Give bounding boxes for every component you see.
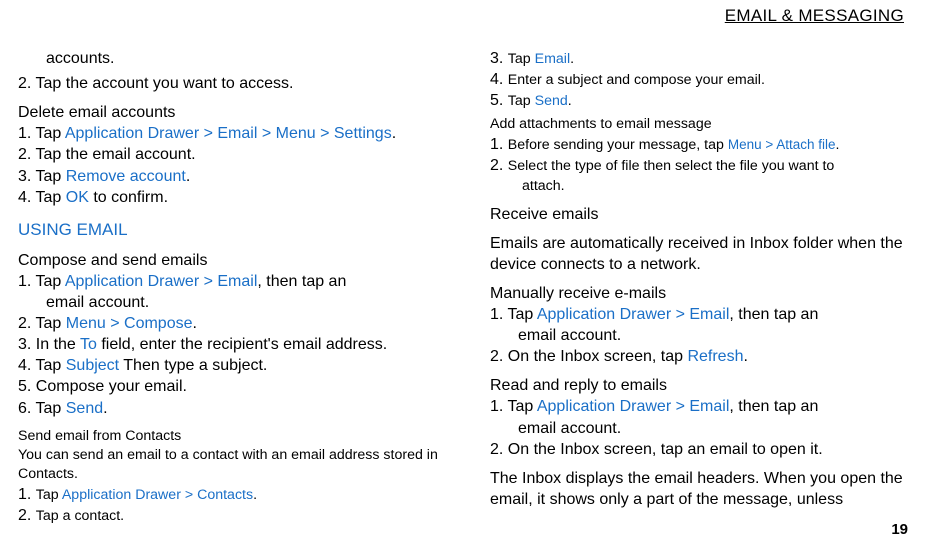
list-item: 1. Tap Application Drawer > Email, then … [490, 396, 908, 417]
list-item: 3. In the To field, enter the recipient'… [18, 334, 462, 355]
ui-action: OK [66, 189, 89, 206]
list-item: 1. Tap Application Drawer > Email, then … [490, 304, 908, 325]
text: , then tap an [729, 398, 818, 415]
list-item-cont: email account. [18, 292, 462, 313]
text: . [253, 487, 257, 503]
text: . [570, 51, 574, 67]
text: 3. In the [18, 336, 80, 353]
list-item: 2. Tap Menu > Compose. [18, 313, 462, 334]
subheading-read-reply: Read and reply to emails [490, 375, 908, 396]
num: 1. [490, 136, 508, 153]
ui-action: Email [535, 51, 570, 67]
text: Then type a subject. [119, 357, 267, 374]
ui-path: Application Drawer > Email > Menu > Sett… [65, 125, 392, 142]
subheading-compose: Compose and send emails [18, 250, 462, 271]
text: 4. Tap [18, 357, 66, 374]
page-number: 19 [891, 521, 908, 538]
paragraph: Emails are automatically received in Inb… [490, 233, 908, 275]
section-heading-using-email: USING EMAIL [18, 220, 462, 240]
text: 2. Tap [18, 315, 66, 332]
list-item: 6. Tap Send. [18, 398, 462, 419]
text: , then tap an [257, 273, 346, 290]
num: 2. [18, 507, 36, 524]
subheading-send-contacts: Send email from Contacts [18, 427, 462, 446]
text: . [836, 137, 840, 153]
list-item: 3. Tap Remove account. [18, 166, 462, 187]
ui-path: Menu > Attach file [728, 137, 836, 152]
list-item: 2. On the Inbox screen, tap Refresh. [490, 346, 908, 367]
text: 2. On the Inbox screen, tap [490, 348, 687, 365]
paragraph: You can send an email to a contact with … [18, 446, 462, 484]
text: 3. Tap [18, 168, 66, 185]
ui-action: Remove account [66, 168, 186, 185]
text: 1. Tap [490, 306, 537, 323]
list-item: 3. Tap Email. [490, 48, 908, 69]
text: . [103, 400, 107, 417]
ui-action: Refresh [687, 348, 743, 365]
subheading-receive: Receive emails [490, 204, 908, 225]
text: 1. Tap [490, 398, 537, 415]
subheading-manual-receive: Manually receive e-mails [490, 283, 908, 304]
text: Tap [508, 93, 535, 109]
text: 6. Tap [18, 400, 66, 417]
header-title: EMAIL & MESSAGING [725, 6, 904, 25]
list-item: 2. Tap the email account. [18, 144, 462, 165]
ui-action: Send [535, 93, 568, 109]
text: . [743, 348, 747, 365]
list-item: 2. Tap a contact. [18, 505, 462, 526]
text: Before sending your message, tap [508, 137, 728, 153]
list-item: 2. On the Inbox screen, tap an email to … [490, 439, 908, 460]
page-header: EMAIL & MESSAGING [18, 0, 908, 26]
list-item: 2. Tap the account you want to access. [18, 73, 462, 94]
num: 2. [490, 157, 508, 174]
list-item: 1. Before sending your message, tap Menu… [490, 134, 908, 155]
list-item: 4. Tap OK to confirm. [18, 187, 462, 208]
list-item: 5. Compose your email. [18, 376, 462, 397]
subheading-attachments: Add attachments to email message [490, 115, 908, 134]
num: 1. [18, 486, 36, 503]
ui-field: Subject [66, 357, 119, 374]
text: . [192, 315, 196, 332]
list-item-cont: attach. [490, 177, 908, 196]
text: Tap [508, 51, 535, 67]
text: 1. Tap [18, 125, 65, 142]
ui-path: Application Drawer > Email [537, 306, 730, 323]
list-item: 5. Tap Send. [490, 90, 908, 111]
text: to confirm. [89, 189, 168, 206]
text: . [392, 125, 396, 142]
text: Select the type of file then select the … [508, 158, 835, 174]
text: field, enter the recipient's email addre… [97, 336, 387, 353]
list-item: 4. Enter a subject and compose your emai… [490, 69, 908, 90]
num: 5. [490, 92, 508, 109]
left-column: accounts. 2. Tap the account you want to… [18, 48, 462, 526]
list-item: 2. Select the type of file then select t… [490, 155, 908, 176]
content-columns: accounts. 2. Tap the account you want to… [18, 48, 908, 526]
text: Tap a contact. [36, 508, 124, 524]
subheading-delete: Delete email accounts [18, 102, 462, 123]
text: 4. Tap [18, 189, 66, 206]
text: 1. Tap [18, 273, 65, 290]
ui-path: Menu > Compose [66, 315, 193, 332]
num: 4. [490, 71, 508, 88]
right-column: 3. Tap Email. 4. Enter a subject and com… [490, 48, 908, 526]
list-item: 1. Tap Application Drawer > Contacts. [18, 484, 462, 505]
ui-path: Application Drawer > Email [65, 273, 258, 290]
text: . [568, 93, 572, 109]
num: 3. [490, 50, 508, 67]
list-item: 4. Tap Subject Then type a subject. [18, 355, 462, 376]
list-item: 1. Tap Application Drawer > Email, then … [18, 271, 462, 292]
paragraph-tail: The Inbox displays the email headers. Wh… [490, 468, 908, 510]
text: , then tap an [729, 306, 818, 323]
text-fragment: accounts. [18, 48, 462, 69]
text: Enter a subject and compose your email. [508, 72, 765, 88]
ui-path: Application Drawer > Contacts [62, 487, 253, 503]
list-item: 1. Tap Application Drawer > Email > Menu… [18, 123, 462, 144]
text: Tap [36, 487, 62, 503]
ui-path: Application Drawer > Email [537, 398, 730, 415]
list-item-cont: email account. [490, 418, 908, 439]
ui-action: Send [66, 400, 103, 417]
list-item-cont: email account. [490, 325, 908, 346]
ui-field: To [80, 336, 97, 353]
text: . [186, 168, 190, 185]
